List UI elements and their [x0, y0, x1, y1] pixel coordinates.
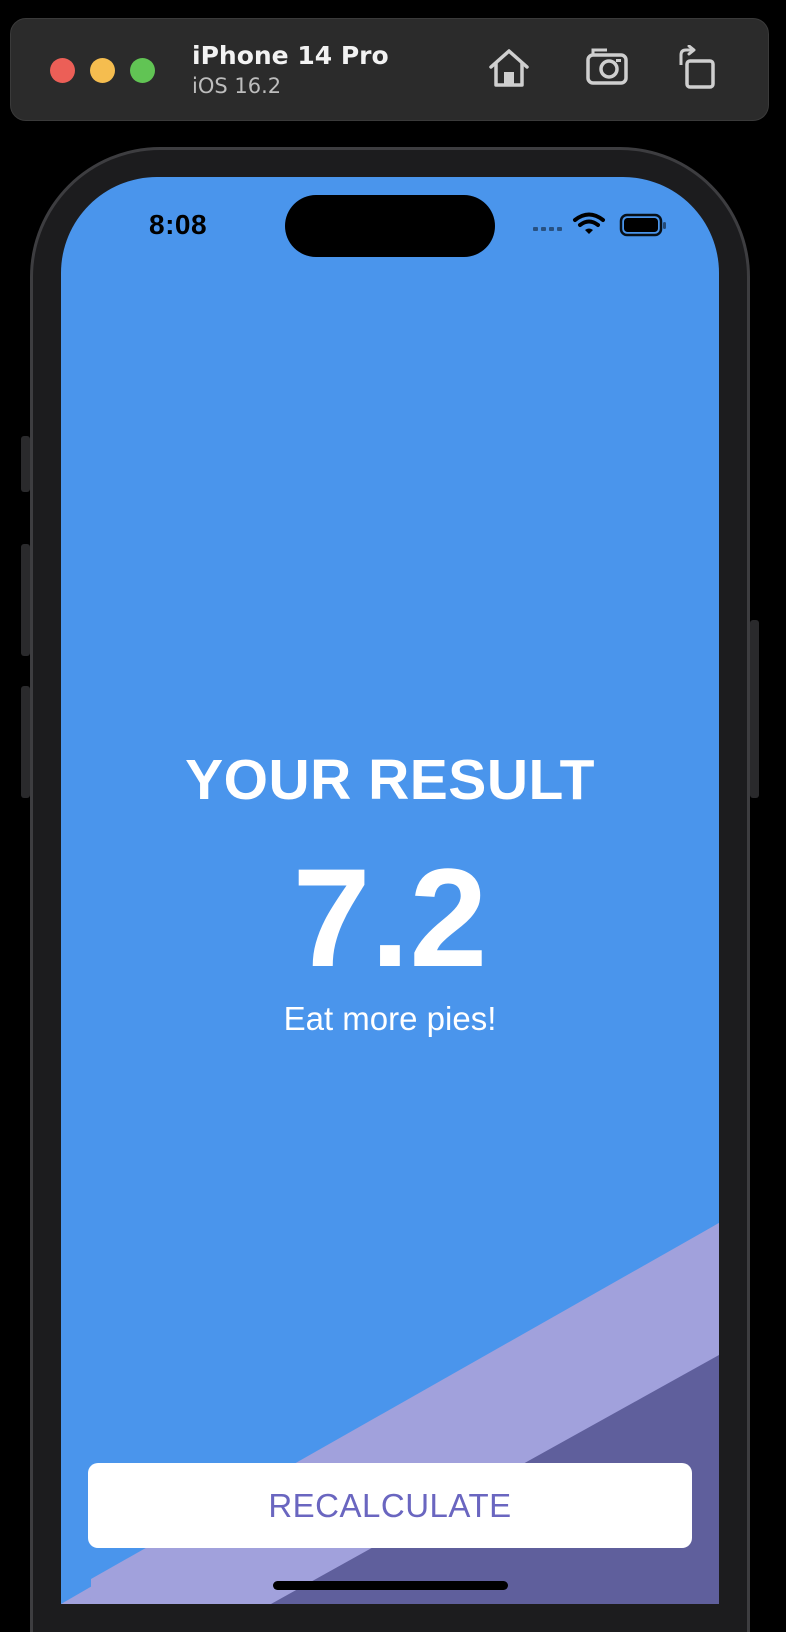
simulator-toolbar: iPhone 14 Pro iOS 16.2 — [10, 18, 769, 121]
home-icon — [489, 49, 529, 87]
bmi-value: 7.2 — [292, 839, 488, 996]
app-screen: 8:08 YOUR RESULT 7.2 Eat more pies! RECA… — [61, 177, 719, 1604]
rotate-icon — [679, 44, 715, 89]
volume-down-button — [21, 686, 30, 798]
status-icons — [531, 211, 671, 239]
device-name: iPhone 14 Pro — [192, 41, 389, 70]
advice-text: Eat more pies! — [283, 1000, 497, 1037]
cellular-icon — [533, 227, 562, 231]
status-time: 8:08 — [149, 209, 208, 240]
screenshot-button[interactable] — [585, 45, 631, 91]
volume-up-button — [21, 544, 30, 656]
result-title: YOUR RESULT — [185, 748, 595, 812]
close-window-button[interactable] — [50, 58, 75, 83]
os-version: iOS 16.2 — [192, 74, 282, 98]
dynamic-island — [285, 195, 495, 257]
power-button — [750, 620, 759, 798]
screenshot-icon — [586, 48, 628, 85]
minimize-window-button[interactable] — [90, 58, 115, 83]
home-indicator[interactable] — [273, 1581, 508, 1590]
battery-icon — [619, 213, 666, 237]
action-button — [21, 436, 30, 492]
rotate-button[interactable] — [675, 44, 721, 91]
wifi-icon — [573, 212, 605, 234]
zoom-window-button[interactable] — [130, 58, 155, 83]
home-button[interactable] — [486, 45, 532, 91]
recalculate-button[interactable]: RECALCULATE — [88, 1463, 692, 1548]
